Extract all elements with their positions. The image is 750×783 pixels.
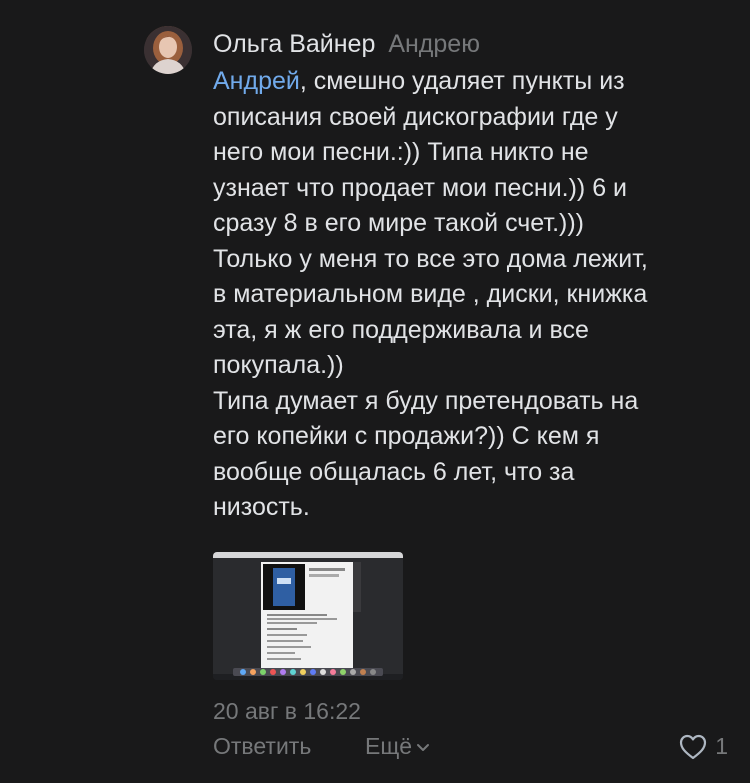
comment-text: Андрей, смешно удаляет пункты из описани…	[213, 64, 733, 526]
chevron-down-icon	[417, 743, 430, 751]
like-button[interactable]: 1	[679, 733, 728, 760]
heart-icon	[680, 734, 707, 759]
attachment-image[interactable]	[213, 551, 403, 680]
screenshot-thumbnail-icon	[213, 551, 403, 680]
likes-count: 1	[715, 733, 728, 759]
mention-link[interactable]: Андрей	[213, 67, 300, 95]
avatar-image	[144, 26, 192, 74]
comment-text-body: , смешно удаляет пункты из описания свое…	[213, 67, 648, 521]
reply-to-name[interactable]: Андрею	[388, 30, 480, 58]
comment: Ольга Вайнер Андрею Андрей, смешно удаля…	[0, 0, 750, 783]
comment-header: Ольга Вайнер Андрею	[213, 26, 733, 62]
author-name[interactable]: Ольга Вайнер	[213, 30, 375, 58]
comment-body: Ольга Вайнер Андрею Андрей, смешно удаля…	[213, 26, 733, 726]
more-button[interactable]: Ещё	[365, 733, 430, 760]
reply-button[interactable]: Ответить	[213, 733, 311, 760]
more-label: Ещё	[365, 733, 413, 759]
comment-actions: Ответить Ещё 1	[213, 733, 728, 765]
avatar[interactable]	[144, 26, 192, 74]
comment-date[interactable]: 20 авг в 16:22	[213, 696, 733, 726]
